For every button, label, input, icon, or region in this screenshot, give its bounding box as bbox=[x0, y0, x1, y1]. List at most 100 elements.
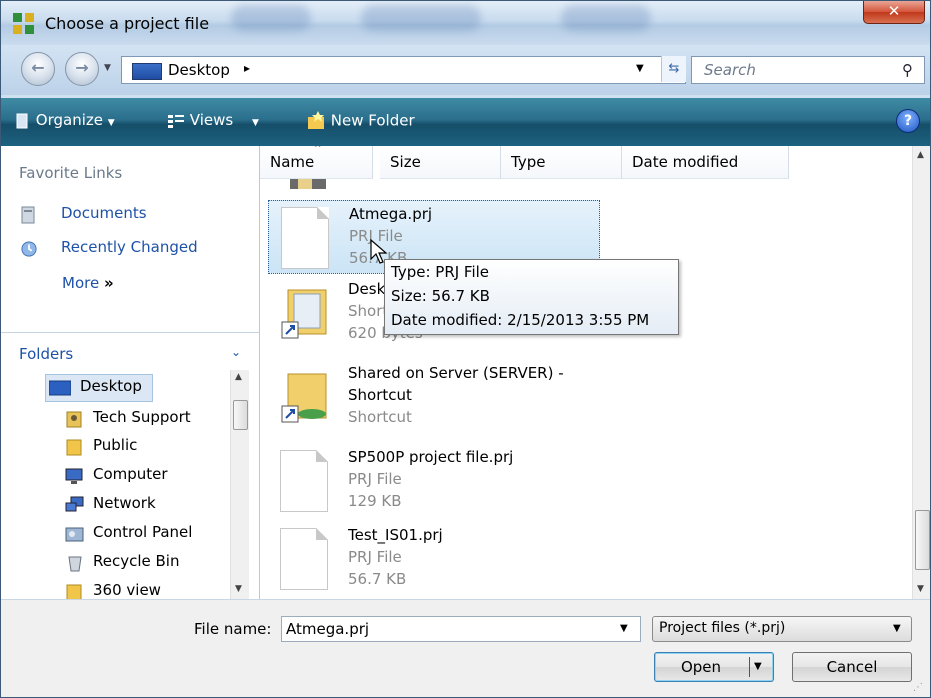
open-split-divider bbox=[749, 657, 750, 677]
column-header-date-modified[interactable]: Date modified bbox=[622, 146, 789, 179]
column-header-name[interactable]: Name ^ bbox=[260, 146, 373, 179]
collapse-chevron-icon[interactable]: ⌄ bbox=[231, 345, 241, 359]
more-links[interactable]: More » bbox=[62, 274, 114, 292]
tree-item-label: Tech Support bbox=[93, 408, 191, 426]
favorite-links-title: Favorite Links bbox=[19, 164, 123, 182]
new-folder-button[interactable]: New Folder bbox=[306, 111, 415, 131]
desktop-icon bbox=[49, 380, 71, 396]
address-location[interactable]: Desktop bbox=[168, 61, 230, 79]
organize-label: Organize bbox=[35, 111, 103, 129]
views-button[interactable]: Views ▼ bbox=[167, 111, 259, 129]
title-bar-blur bbox=[231, 5, 311, 31]
open-dropdown-icon[interactable]: ▼ bbox=[754, 653, 762, 681]
open-button[interactable]: Open ▼ bbox=[654, 652, 774, 682]
file-name: Test_IS01.prj bbox=[348, 526, 443, 544]
scroll-up-icon[interactable]: ▲ bbox=[235, 372, 242, 382]
cancel-button[interactable]: Cancel bbox=[792, 652, 912, 682]
file-item-test-is01[interactable]: Test_IS01.prj PRJ File 56.7 KB bbox=[268, 522, 598, 594]
tree-item-label: Network bbox=[93, 494, 156, 512]
forward-button[interactable]: → bbox=[65, 52, 99, 86]
column-header-label: Size bbox=[390, 153, 421, 171]
shortcut-folder-icon bbox=[281, 373, 327, 423]
scroll-up-icon[interactable]: ▲ bbox=[917, 150, 924, 160]
address-dropdown-icon[interactable]: ▼ bbox=[636, 63, 644, 74]
desktop-icon bbox=[132, 63, 162, 80]
filter-dropdown-icon[interactable]: ▼ bbox=[893, 623, 901, 634]
tree-item-label: Computer bbox=[93, 465, 168, 483]
folder-tree: Desktop Tech Support Public Computer Net… bbox=[1, 370, 259, 599]
file-name: SP500P project file.prj bbox=[348, 448, 514, 466]
folder-icon bbox=[66, 584, 82, 599]
breadcrumb-chevron-icon[interactable]: ▸ bbox=[244, 61, 250, 75]
column-header-label: Type bbox=[511, 153, 546, 171]
tree-item-label: 360 view bbox=[93, 581, 161, 599]
refresh-button[interactable]: ⇆ bbox=[661, 56, 686, 82]
title-bar: Choose a project file ✕ bbox=[1, 1, 930, 45]
close-button[interactable]: ✕ bbox=[863, 1, 925, 24]
more-chevron-icon: » bbox=[103, 274, 114, 292]
column-header-label: Date modified bbox=[632, 153, 739, 171]
organize-dropdown-icon: ▼ bbox=[107, 118, 115, 128]
file-name-value[interactable]: Atmega.prj bbox=[286, 620, 369, 638]
scroll-down-icon[interactable]: ▼ bbox=[235, 584, 242, 594]
views-dropdown-icon: ▼ bbox=[251, 118, 259, 128]
file-name-line2: Shortcut bbox=[348, 386, 412, 404]
resize-grip-icon[interactable]: ⋰ bbox=[913, 682, 923, 693]
folder-icon bbox=[66, 439, 82, 456]
address-bar[interactable]: Desktop ▸ ▼ bbox=[121, 56, 686, 84]
scrollbar-thumb[interactable] bbox=[915, 510, 930, 570]
partial-item-icon bbox=[290, 179, 326, 189]
search-input[interactable]: Search ⚲ bbox=[691, 56, 925, 84]
new-folder-icon bbox=[308, 111, 324, 129]
file-name-input[interactable]: Atmega.prj ▼ bbox=[281, 616, 641, 642]
title-bar-blur bbox=[561, 5, 651, 31]
tooltip-size: Size: 56.7 KB bbox=[391, 287, 490, 305]
file-type: PRJ File bbox=[348, 548, 402, 566]
prj-file-icon bbox=[280, 528, 328, 590]
search-icon[interactable]: ⚲ bbox=[902, 61, 913, 79]
sort-ascending-icon: ^ bbox=[314, 146, 322, 154]
command-toolbar: Organize ▼ Views ▼ New Folder ? bbox=[1, 98, 930, 146]
file-type: PRJ File bbox=[348, 470, 402, 488]
organize-button[interactable]: Organize ▼ bbox=[15, 111, 115, 130]
folder-tree-scrollbar[interactable]: ▲ ▼ bbox=[230, 370, 249, 599]
tree-item-desktop[interactable]: Desktop bbox=[45, 374, 153, 402]
tree-item-label: Recycle Bin bbox=[93, 552, 180, 570]
file-list-scrollbar[interactable]: ▲ ▼ bbox=[912, 146, 930, 599]
recent-pages-dropdown-icon[interactable]: ▼ bbox=[104, 63, 111, 73]
favorite-link-label: Documents bbox=[61, 204, 147, 222]
back-button[interactable]: ← bbox=[21, 52, 55, 86]
file-type: Shortcut bbox=[348, 408, 412, 426]
refresh-icon: ⇆ bbox=[668, 61, 680, 76]
file-item-shared-on-server[interactable]: Shared on Server (SERVER) - Shortcut Sho… bbox=[268, 360, 598, 436]
file-item-sp500p[interactable]: SP500P project file.prj PRJ File 129 KB bbox=[268, 444, 598, 516]
recycle-bin-icon bbox=[68, 556, 82, 572]
tree-item-label: Control Panel bbox=[93, 523, 193, 541]
open-label: Open bbox=[680, 658, 722, 676]
organize-icon bbox=[16, 113, 28, 128]
file-type-filter-select[interactable]: Project files (*.prj) ▼ bbox=[652, 616, 912, 642]
title-bar-blur bbox=[361, 5, 481, 31]
computer-icon bbox=[65, 468, 83, 484]
navigation-pane: Favorite Links Documents Recently Change… bbox=[1, 146, 260, 599]
folders-header[interactable]: Folders ⌄ bbox=[1, 332, 259, 371]
file-size: 129 KB bbox=[348, 492, 402, 510]
column-header-label: Name bbox=[270, 153, 315, 171]
file-name: Atmega.prj bbox=[349, 205, 433, 223]
address-row: ← → ▼ Desktop ▸ ▼ ⇆ Search ⚲ bbox=[1, 45, 930, 95]
column-header-type[interactable]: Type bbox=[501, 146, 622, 179]
more-label: More bbox=[62, 274, 100, 292]
views-label: Views bbox=[189, 111, 234, 129]
bottom-panel: File name: Atmega.prj ▼ Project files (*… bbox=[1, 599, 930, 697]
prj-file-icon bbox=[280, 450, 328, 512]
column-header-size[interactable]: Size bbox=[380, 146, 501, 179]
file-info-tooltip: Type: PRJ File Size: 56.7 KB Date modifi… bbox=[384, 259, 679, 335]
documents-icon bbox=[21, 206, 35, 224]
file-name-dropdown-icon[interactable]: ▼ bbox=[620, 623, 628, 634]
scroll-down-icon[interactable]: ▼ bbox=[917, 584, 924, 594]
help-icon[interactable]: ? bbox=[896, 109, 920, 133]
file-name: Shared on Server (SERVER) - bbox=[348, 364, 564, 382]
file-list: Name ^ Size Type Date modified Atmega.pr… bbox=[260, 146, 912, 599]
scrollbar-thumb[interactable] bbox=[233, 400, 248, 430]
file-type-filter-value: Project files (*.prj) bbox=[659, 620, 786, 636]
